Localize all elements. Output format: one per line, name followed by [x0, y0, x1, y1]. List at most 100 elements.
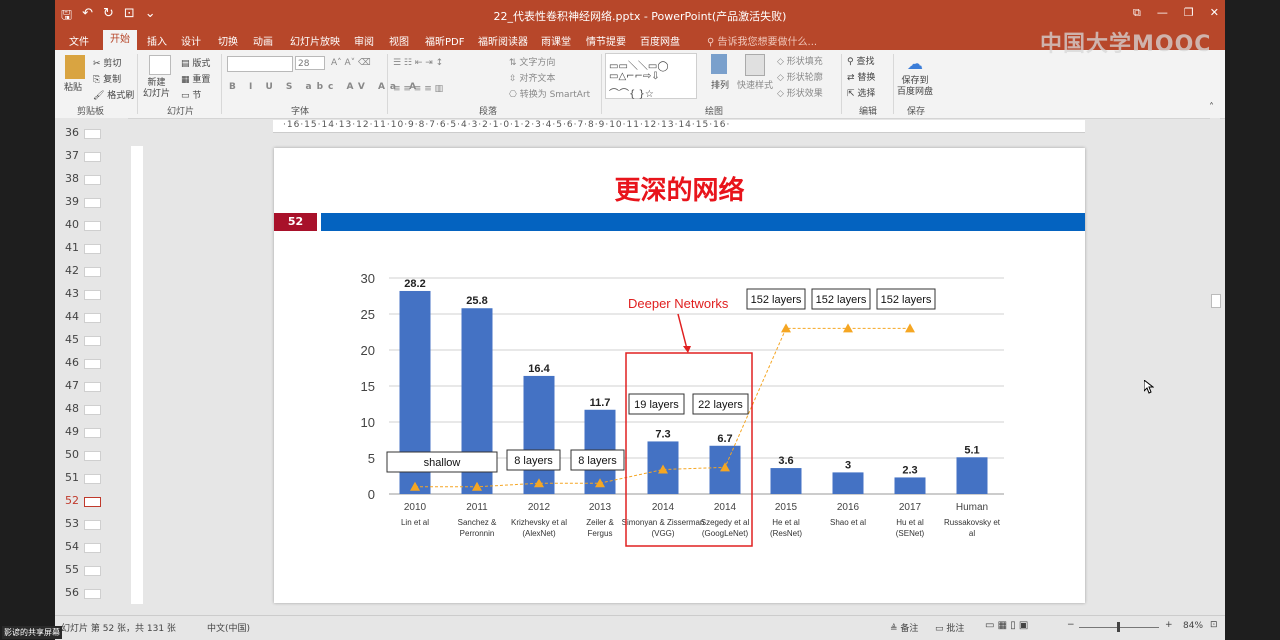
thumbnail-image[interactable]	[84, 313, 101, 323]
fit-slide-icon[interactable]: ⊡	[1210, 620, 1218, 630]
thumbnail-row[interactable]: 36	[55, 124, 128, 142]
view-buttons[interactable]: ▭ ▦ ▯ ▣	[985, 620, 1028, 631]
tell-me-search[interactable]: ⚲ 告诉我您想要做什么...	[707, 33, 817, 48]
quick-styles-icon[interactable]	[745, 54, 765, 76]
text-direction-button[interactable]: ⇅ 文字方向	[509, 55, 555, 68]
notes-button[interactable]: ≜ 备注	[890, 621, 918, 634]
section-button[interactable]: ▭ 节	[181, 88, 201, 101]
thumbnail-image[interactable]	[84, 428, 101, 438]
close-button[interactable]: ✕	[1210, 6, 1219, 20]
tab-transitions[interactable]: 切换	[218, 33, 238, 48]
quick-styles-button[interactable]: 快速样式	[737, 78, 773, 91]
zoom-out-button[interactable]: −	[1067, 620, 1075, 630]
zoom-in-button[interactable]: +	[1165, 620, 1173, 630]
arrange-icon[interactable]	[711, 54, 727, 74]
ribbon-display-button[interactable]: ⧉	[1133, 6, 1141, 20]
slide-canvas[interactable]: 更深的网络 52 0 5 10 15 20 25 30 28.2 2010 Lin et al 25…	[274, 148, 1085, 603]
zoom-slider-thumb[interactable]	[1117, 622, 1120, 632]
thumbnail-image[interactable]	[84, 566, 101, 576]
thumbnail-row[interactable]: 53	[55, 515, 128, 533]
thumbnail-row[interactable]: 55	[55, 561, 128, 579]
thumbnail-row[interactable]: 46	[55, 354, 128, 372]
shape-fill-button[interactable]: ◇ 形状填充	[777, 54, 823, 67]
copy-button[interactable]: ⎘ 复制	[93, 72, 121, 85]
tab-rain-classroom[interactable]: 雨课堂	[541, 33, 571, 48]
align-text-button[interactable]: ⇳ 对齐文本	[509, 71, 555, 84]
tab-foxit-pdf[interactable]: 福昕PDF	[425, 33, 464, 48]
tab-storyboard[interactable]: 情节提要	[586, 33, 626, 48]
thumbnail-image[interactable]	[84, 129, 101, 139]
thumbnail-row[interactable]: 39	[55, 193, 128, 211]
shape-effects-button[interactable]: ◇ 形状效果	[777, 86, 823, 99]
thumbnail-row[interactable]: 40	[55, 216, 128, 234]
layout-button[interactable]: ▤ 版式	[181, 56, 210, 69]
font-name-field[interactable]	[227, 56, 293, 72]
minimize-button[interactable]: —	[1157, 6, 1168, 20]
zoom-level[interactable]: 84%	[1183, 621, 1203, 631]
thumbnail-row[interactable]: 42	[55, 262, 128, 280]
thumbnail-row-selected[interactable]: 52	[55, 492, 128, 510]
thumbnail-row[interactable]: 54	[55, 538, 128, 556]
new-slide-button[interactable]: 新建 幻灯片	[143, 78, 170, 100]
baidu-cloud-icon[interactable]: ☁	[907, 54, 923, 73]
thumbnail-row[interactable]: 48	[55, 400, 128, 418]
thumbnail-image[interactable]	[84, 451, 101, 461]
thumbnail-row[interactable]: 38	[55, 170, 128, 188]
format-painter-button[interactable]: 🖌 格式刷	[93, 88, 134, 101]
thumbnail-row[interactable]: 41	[55, 239, 128, 257]
save-to-baidu-button[interactable]: 保存到 百度网盘	[897, 76, 933, 98]
thumbnail-image[interactable]	[84, 543, 101, 553]
font-size-field[interactable]: 28	[295, 56, 325, 70]
tab-insert[interactable]: 插入	[147, 33, 167, 48]
thumbnail-image[interactable]	[84, 290, 101, 300]
collapse-ribbon-icon[interactable]: ˄	[1209, 102, 1214, 113]
tab-review[interactable]: 审阅	[354, 33, 374, 48]
align-icons[interactable]: ≡ ≡ ≡ ≡ ▥	[393, 84, 443, 94]
thumbnail-image[interactable]	[84, 198, 101, 208]
shapes-gallery[interactable]: ▭▭＼＼▭◯ ▭△⌐⌐⇨⇩ ⌒⌒{ }☆	[605, 53, 697, 100]
tab-home[interactable]: 开始	[103, 30, 137, 50]
thumbnail-row[interactable]: 56	[55, 584, 128, 602]
tab-file[interactable]: 文件	[69, 33, 89, 48]
paste-icon[interactable]	[65, 55, 85, 79]
thumbnail-row[interactable]: 37	[55, 147, 128, 165]
tab-view[interactable]: 视图	[389, 33, 409, 48]
thumbnail-row[interactable]: 51	[55, 469, 128, 487]
thumbnail-image[interactable]	[84, 520, 101, 530]
thumbnail-image[interactable]	[84, 244, 101, 254]
thumbnail-image[interactable]	[84, 221, 101, 231]
thumbnail-image[interactable]	[84, 267, 101, 277]
error-rate-chart[interactable]: 0 5 10 15 20 25 30 28.2 2010 Lin et al 25.8 2011 San…	[274, 148, 1085, 603]
thumbnail-image[interactable]	[84, 152, 101, 162]
paste-button[interactable]: 粘贴	[64, 80, 82, 93]
thumbnail-image[interactable]	[84, 497, 101, 507]
new-slide-icon[interactable]	[149, 55, 171, 75]
thumbnail-row[interactable]: 49	[55, 423, 128, 441]
vertical-scrollbar[interactable]	[1210, 118, 1221, 615]
tab-foxit-reader[interactable]: 福昕阅读器	[478, 33, 528, 48]
thumbnail-image[interactable]	[84, 405, 101, 415]
thumbnail-row[interactable]: 44	[55, 308, 128, 326]
comments-button[interactable]: ▭ 批注	[935, 621, 964, 634]
list-indent-icons[interactable]: ☰ ☷ ⇤ ⇥ ↕	[393, 58, 443, 68]
language-indicator[interactable]: 中文(中国)	[207, 621, 250, 634]
thumbnail-image[interactable]	[84, 359, 101, 369]
font-grow-shrink-icons[interactable]: A˄ A˅ ⌫	[331, 58, 371, 68]
scroll-thumb[interactable]	[1211, 294, 1221, 308]
select-button[interactable]: ⇱ 选择	[847, 86, 875, 99]
find-button[interactable]: ⚲ 查找	[847, 54, 874, 67]
thumbnail-row[interactable]: 50	[55, 446, 128, 464]
thumbnail-image[interactable]	[84, 474, 101, 484]
thumbnail-image[interactable]	[84, 175, 101, 185]
arrange-button[interactable]: 排列	[711, 78, 729, 91]
thumbnail-row[interactable]: 45	[55, 331, 128, 349]
smartart-button[interactable]: ⎔ 转换为 SmartArt	[509, 87, 590, 100]
restore-button[interactable]: ❐	[1184, 6, 1194, 20]
tab-baidu-netdisk[interactable]: 百度网盘	[640, 33, 680, 48]
tab-slideshow[interactable]: 幻灯片放映	[290, 33, 340, 48]
reset-button[interactable]: ▦ 重置	[181, 72, 210, 85]
thumbnail-row[interactable]: 43	[55, 285, 128, 303]
thumbnail-image[interactable]	[84, 336, 101, 346]
thumbnail-image[interactable]	[84, 589, 101, 599]
cut-button[interactable]: ✂ 剪切	[93, 56, 121, 69]
